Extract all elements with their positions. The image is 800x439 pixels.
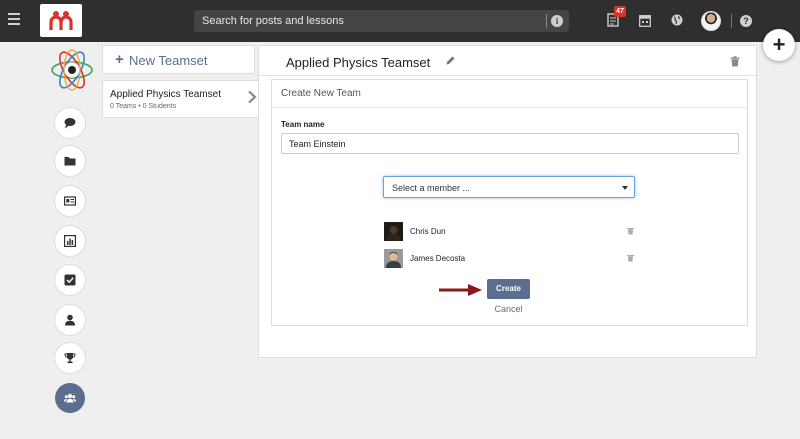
- chat-icon: [64, 118, 76, 129]
- bar-chart-icon: [64, 235, 76, 247]
- team-name-label: Team name: [281, 120, 325, 129]
- trash-icon[interactable]: [730, 56, 740, 67]
- list-item: James Decosta: [384, 249, 634, 269]
- menu-icon[interactable]: [8, 13, 20, 25]
- member-select-value: Select a member ...: [392, 183, 471, 193]
- add-button[interactable]: +: [763, 29, 795, 61]
- sidebar-item-analytics[interactable]: [55, 226, 85, 256]
- cancel-link[interactable]: Cancel: [488, 304, 529, 314]
- sidebar-item-directory[interactable]: [55, 186, 85, 216]
- users-icon: [64, 393, 76, 403]
- page-title: Applied Physics Teamset: [286, 55, 431, 70]
- panel-divider: [259, 75, 756, 76]
- chevron-down-icon: [622, 186, 628, 190]
- sidebar-item-tasks[interactable]: [55, 265, 85, 295]
- avatar[interactable]: [701, 11, 721, 31]
- help-icon[interactable]: ?: [740, 15, 752, 27]
- user-icon: [65, 314, 75, 326]
- check-square-icon: [64, 274, 76, 286]
- folder-icon: [64, 157, 76, 166]
- search-input[interactable]: Search for posts and lessons: [202, 15, 344, 27]
- notification-badge: 47: [614, 6, 626, 17]
- new-teamset-label: New Teamset: [129, 53, 208, 68]
- sidebar-item-teams[interactable]: [55, 383, 85, 413]
- team-name-field[interactable]: [281, 133, 739, 154]
- member-select[interactable]: Select a member ...: [383, 176, 635, 198]
- search-bar[interactable]: Search for posts and lessons i: [194, 10, 569, 32]
- pencil-icon[interactable]: [445, 55, 456, 66]
- member-name: James Decosta: [410, 254, 466, 263]
- member-name: Chris Dun: [410, 227, 446, 236]
- chevron-right-icon: [248, 90, 257, 104]
- list-item: Chris Dun: [384, 222, 634, 242]
- avatar: [384, 222, 403, 241]
- sidebar-item-achievements[interactable]: [55, 343, 85, 373]
- trash-icon[interactable]: [627, 227, 634, 235]
- top-bar: Search for posts and lessons i 47 ?: [0, 0, 800, 42]
- form-divider: [272, 107, 747, 108]
- atom-logo-icon[interactable]: [50, 48, 94, 92]
- globe-icon[interactable]: [671, 14, 683, 26]
- id-card-icon: [64, 196, 76, 206]
- teamset-name: Applied Physics Teamset: [110, 89, 221, 100]
- teamset-list-item[interactable]: Applied Physics Teamset 0 Teams • 0 Stud…: [102, 80, 259, 118]
- sidebar-item-profile[interactable]: [55, 305, 85, 335]
- avatar: [384, 249, 403, 268]
- info-icon[interactable]: i: [551, 15, 563, 27]
- create-button[interactable]: Create: [487, 279, 530, 299]
- sidebar-item-files[interactable]: [55, 146, 85, 176]
- trash-icon[interactable]: [627, 254, 634, 262]
- search-divider: [546, 14, 547, 28]
- trophy-icon: [64, 353, 76, 364]
- topbar-divider: [731, 14, 732, 28]
- form-title: Create New Team: [281, 88, 361, 99]
- pointer-arrow-icon: [439, 284, 482, 296]
- plus-icon: +: [115, 51, 124, 68]
- calendar-icon[interactable]: [639, 14, 651, 27]
- sidebar-item-chat[interactable]: [55, 108, 85, 138]
- teamset-meta: 0 Teams • 0 Students: [110, 103, 177, 110]
- app-logo[interactable]: [40, 4, 82, 37]
- new-teamset-button[interactable]: + New Teamset: [102, 45, 255, 74]
